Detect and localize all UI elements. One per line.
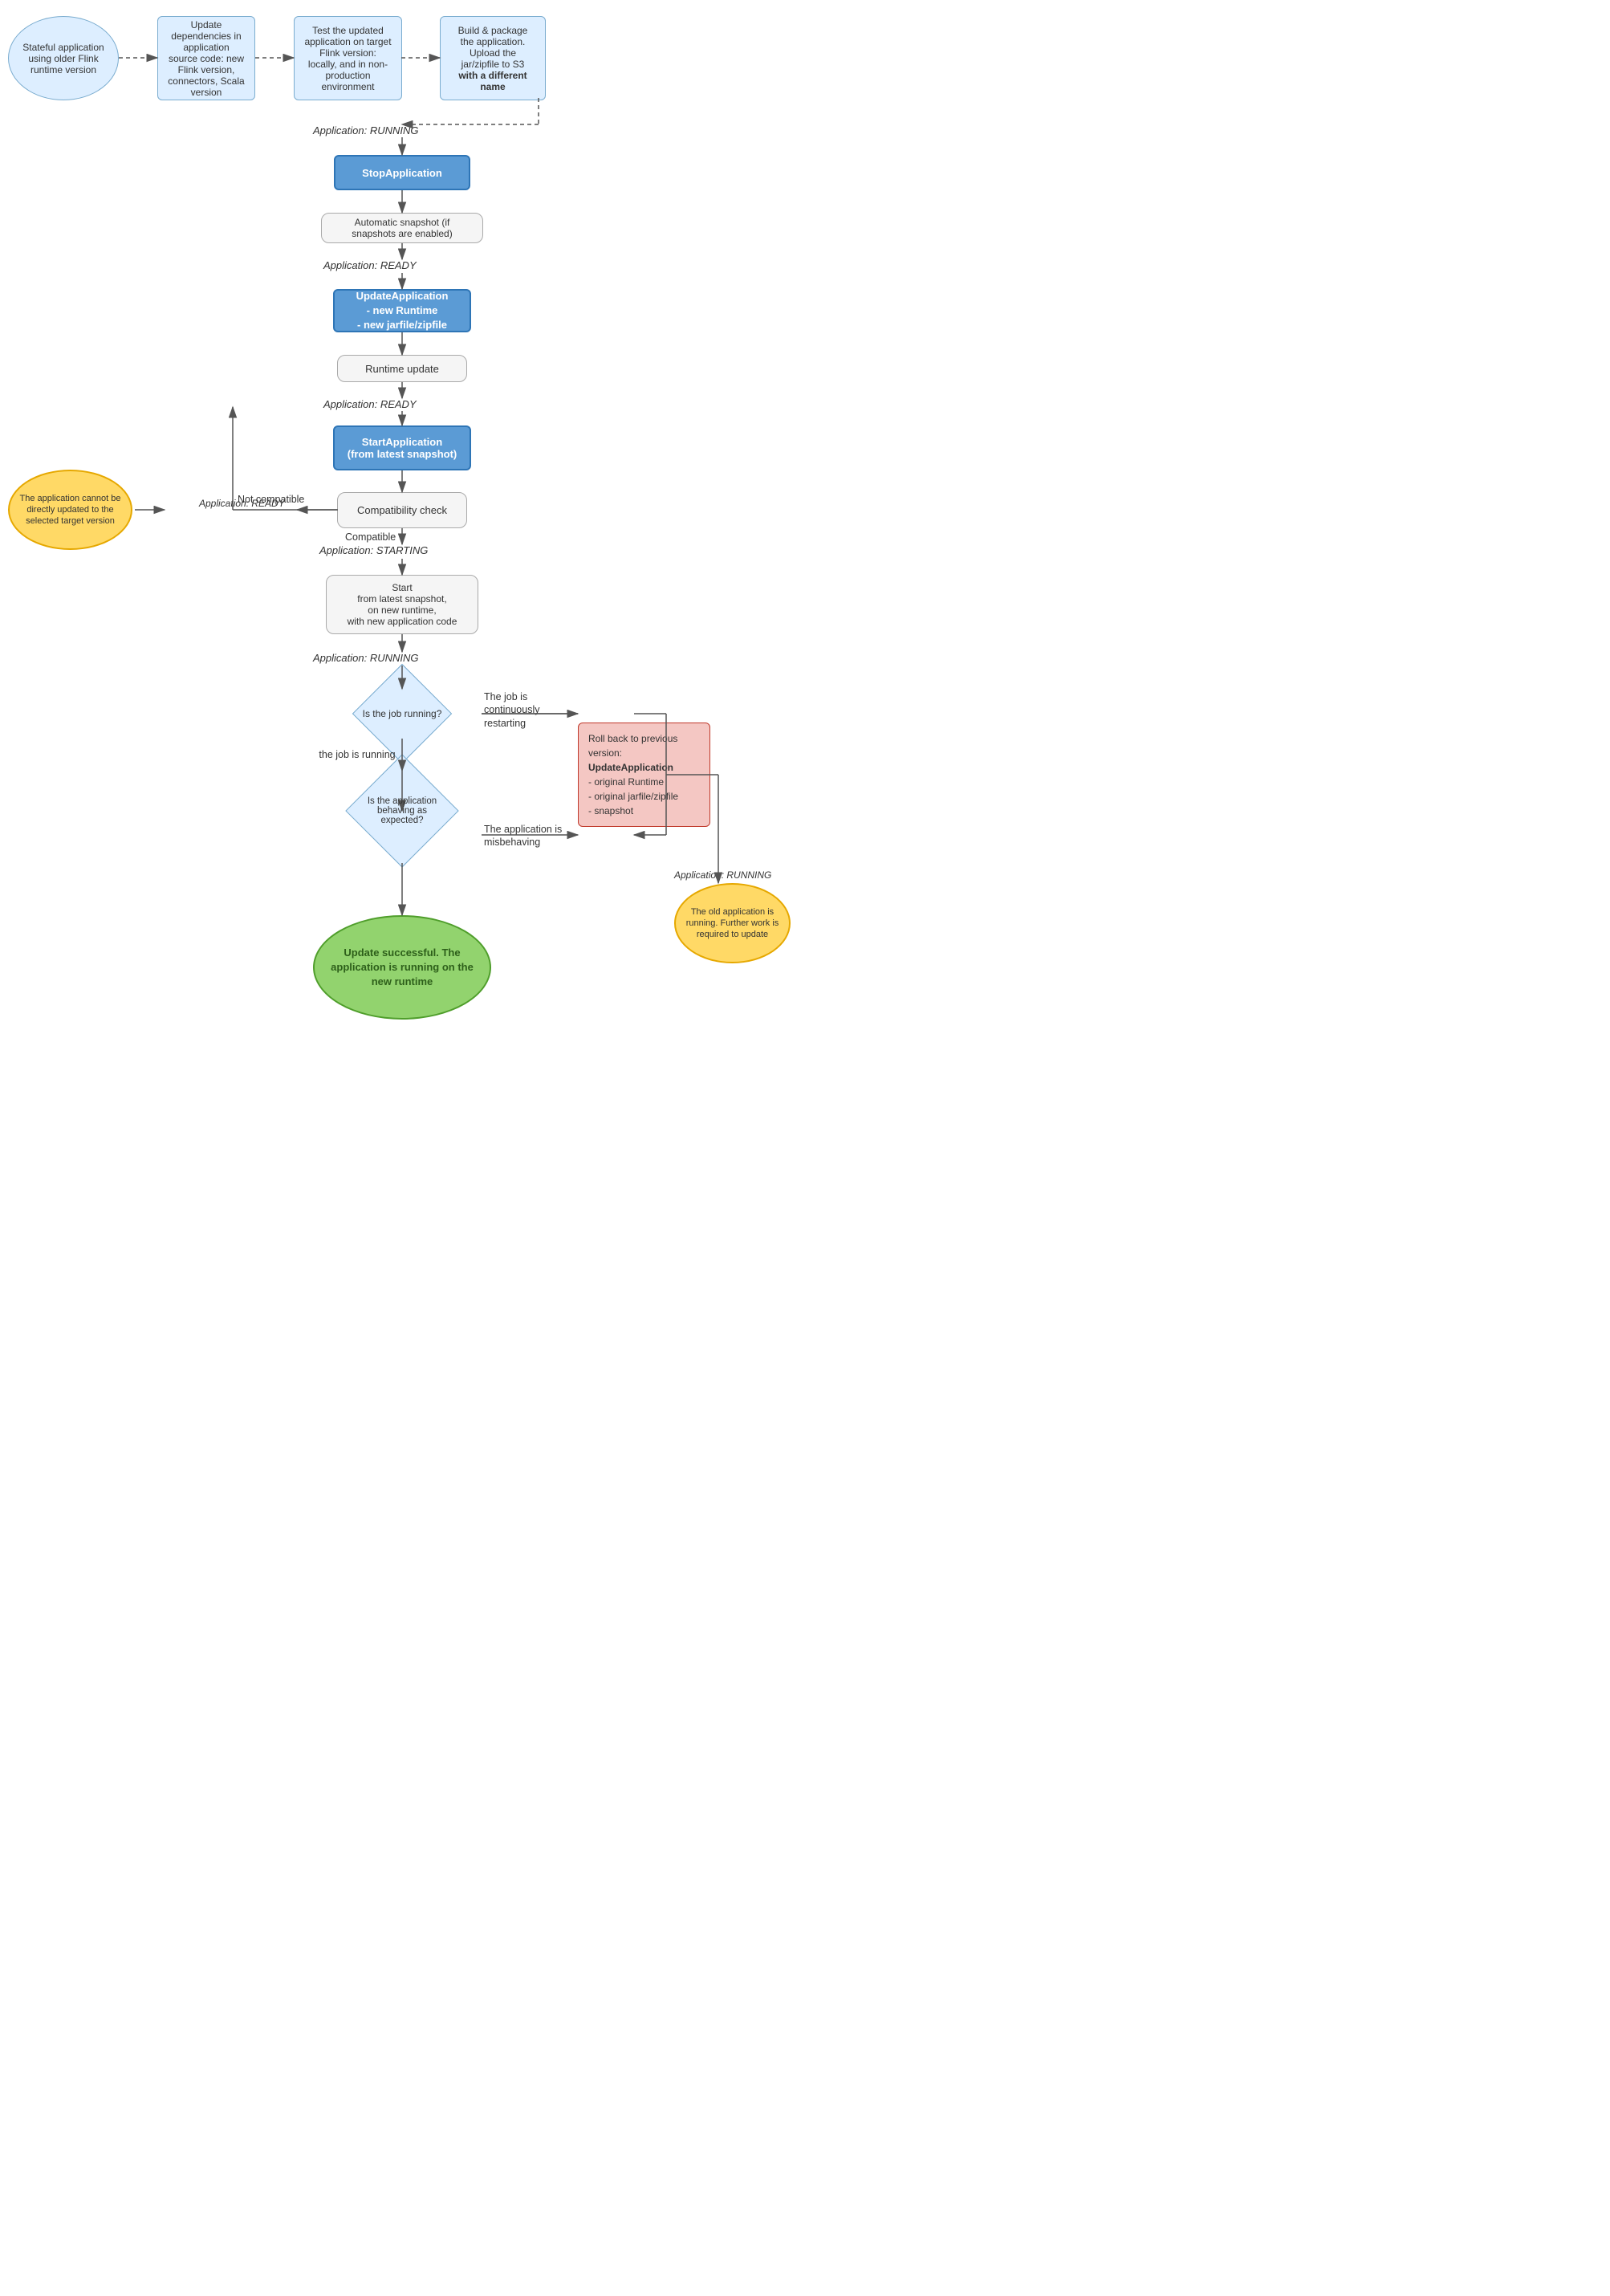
rollback-label: Roll back to previous version:UpdateAppl… [588,731,700,818]
diagram-container: Stateful application using older Flink r… [0,0,805,1148]
update-deps-node: Update dependencies in application sourc… [157,16,255,100]
is-app-behaving-label: Is the application behaving as expected? [364,796,441,825]
update-deps-label: Update dependencies in application sourc… [168,19,245,98]
job-restarting-label: The job is continuously restarting [484,690,576,730]
runtime-update-label: Runtime update [365,363,439,375]
app-status-running-1: Application: RUNNING [313,124,419,136]
old-app-running-label: The old application is running. Further … [676,906,789,941]
app-status-ready-1: Application: READY [323,259,417,271]
build-package-label: Build & package the application. Upload … [450,25,535,92]
app-status-ready-3: Application: READY [199,498,285,509]
is-app-behaving-diamond: Is the application behaving as expected? [331,771,474,851]
update-successful-label: Update successful. The application is ru… [327,946,478,990]
update-successful-node: Update successful. The application is ru… [313,915,491,1020]
test-app-label: Test the updated application on target F… [304,25,392,92]
app-status-running-3: Application: RUNNING [674,869,771,881]
build-package-node: Build & package the application. Upload … [440,16,546,100]
compatible-label: Compatible [345,531,409,543]
start-node: Startfrom latest snapshot,on new runtime… [326,575,478,634]
app-status-starting: Application: STARTING [319,544,428,556]
start-label: Startfrom latest snapshot,on new runtime… [348,582,457,627]
rollback-node: Roll back to previous version:UpdateAppl… [578,723,710,827]
auto-snapshot-label: Automatic snapshot (if snapshots are ena… [331,217,473,239]
stop-application-node: StopApplication [334,155,470,190]
is-job-running-label: Is the job running? [363,708,442,719]
stateful-app-node: Stateful application using older Flink r… [8,16,119,100]
test-app-node: Test the updated application on target F… [294,16,402,100]
old-app-running-node: The old application is running. Further … [674,883,791,963]
update-application-node: UpdateApplication- new Runtime- new jarf… [333,289,471,332]
update-application-label: UpdateApplication- new Runtime- new jarf… [356,290,449,331]
app-status-running-2: Application: RUNNING [313,652,419,664]
job-running-label: the job is running [305,749,409,760]
start-application-node: StartApplication(from latest snapshot) [333,425,471,470]
stateful-app-label: Stateful application using older Flink r… [17,42,110,75]
cannot-update-node: The application cannot be directly updat… [8,470,132,550]
is-job-running-diamond: Is the job running? [337,678,467,749]
cannot-update-label: The application cannot be directly updat… [10,493,131,527]
compatibility-check-node: Compatibility check [337,492,467,528]
start-application-label: StartApplication(from latest snapshot) [348,436,457,460]
app-status-ready-2: Application: READY [323,398,417,410]
runtime-update-node: Runtime update [337,355,467,382]
app-misbehaving-label: The application is misbehaving [484,823,576,849]
compatibility-check-label: Compatibility check [357,504,447,516]
stop-application-label: StopApplication [362,167,442,179]
auto-snapshot-node: Automatic snapshot (if snapshots are ena… [321,213,483,243]
